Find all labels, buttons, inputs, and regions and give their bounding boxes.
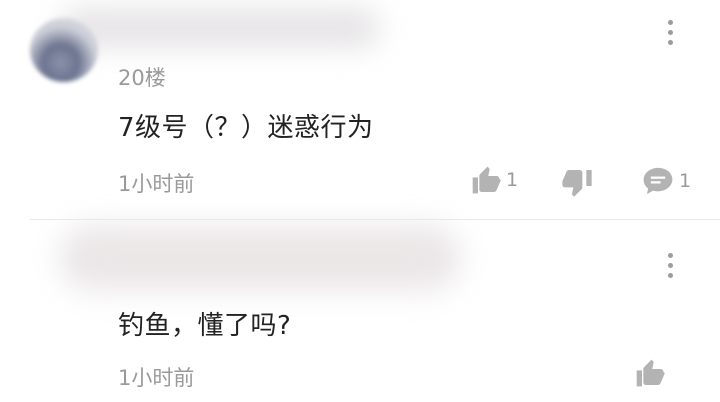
comment-item: 钓鱼，懂了吗? 1小时前 xyxy=(0,219,720,402)
comment-text: 钓鱼，懂了吗? xyxy=(118,311,292,341)
thumbs-down-icon xyxy=(562,170,592,197)
comment-list: 20楼 7级号（？）迷惑行为 1小时前 1 1 钓鱼，懂了吗? 1小时前 xyxy=(0,0,720,402)
more-options-button[interactable] xyxy=(652,12,688,52)
blurred-username xyxy=(60,8,380,48)
more-vertical-icon-dot xyxy=(667,272,673,278)
more-vertical-icon xyxy=(667,19,673,25)
avatar[interactable] xyxy=(30,18,98,82)
more-options-button[interactable] xyxy=(652,245,688,285)
like-button[interactable] xyxy=(634,357,666,389)
like-button[interactable]: 1 xyxy=(470,164,518,196)
reply-button[interactable]: 1 xyxy=(641,165,691,197)
comment-bubble-icon xyxy=(643,167,673,195)
comment-text: 7级号（？）迷惑行为 xyxy=(118,113,374,143)
more-vertical-icon-dot xyxy=(667,29,673,35)
more-vertical-icon-dot xyxy=(667,39,673,45)
like-count: 1 xyxy=(506,169,519,191)
thumbs-up-icon xyxy=(636,359,665,387)
comment-time: 1小时前 xyxy=(118,172,195,196)
more-vertical-icon xyxy=(667,252,673,258)
thumbs-up-icon xyxy=(472,166,501,194)
comment-time: 1小时前 xyxy=(118,366,195,390)
comment-item: 20楼 7级号（？）迷惑行为 1小时前 1 1 xyxy=(0,0,720,219)
reply-count: 1 xyxy=(679,170,692,192)
blurred-username xyxy=(60,225,460,291)
more-vertical-icon-dot xyxy=(667,262,673,268)
floor-number: 20楼 xyxy=(118,66,166,90)
dislike-button[interactable] xyxy=(561,166,593,198)
